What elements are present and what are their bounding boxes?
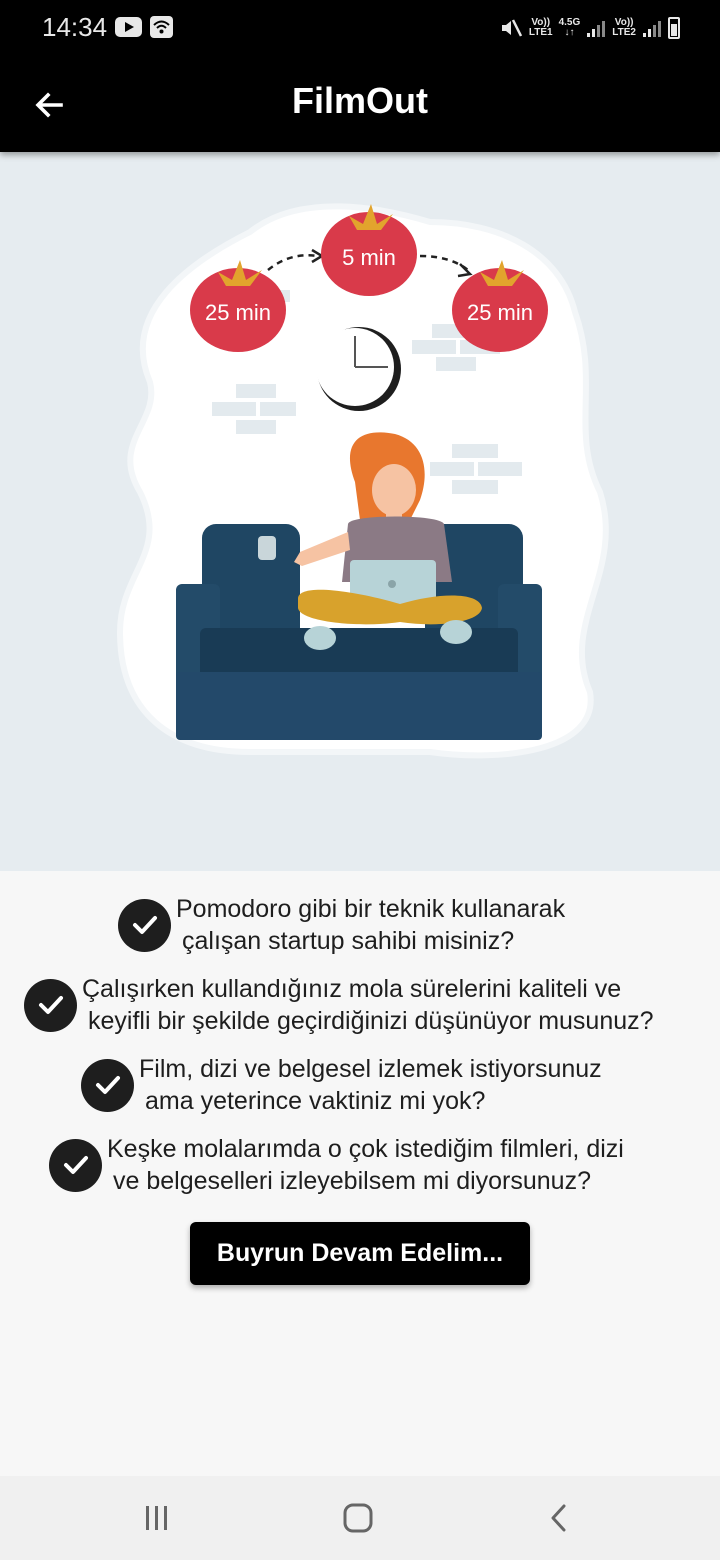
check-circle-icon	[118, 898, 171, 952]
question-text: Çalışırken kullandığınız mola sürelerini…	[82, 973, 654, 1037]
timer-left-label: 25 min	[205, 300, 271, 325]
pomodoro-illustration: 25 min 5 min 25 min	[116, 203, 609, 759]
question-line-1: Pomodoro gibi bir teknik kullanarak	[176, 895, 566, 923]
signal-icon	[587, 21, 606, 37]
home-button[interactable]	[328, 1494, 388, 1542]
network-type: 4.5G ↓↑	[559, 18, 581, 38]
app-title: FilmOut	[292, 80, 428, 121]
sim1-label: Vo)) LTE1	[529, 18, 553, 38]
wifi-icon	[150, 16, 173, 38]
signal-icon	[643, 21, 661, 37]
app-bar: FilmOut	[0, 56, 720, 152]
back-nav-icon	[551, 1504, 566, 1532]
question-item: Keşke molalarımda o çok istediğim filmle…	[49, 1133, 624, 1197]
status-right-group: Vo)) LTE1 4.5G ↓↑ Vo)) LTE2	[499, 12, 680, 44]
content-section: Pomodoro gibi bir teknik kullanarak çalı…	[0, 871, 720, 1476]
home-icon	[343, 1503, 373, 1533]
youtube-icon	[115, 17, 142, 37]
question-line-2: çalışan startup sahibi misiniz?	[182, 927, 515, 955]
mute-icon	[501, 19, 522, 37]
status-bar: 14:34 Vo)) LTE1 4.5G ↓↑ Vo)) LTE2	[0, 0, 720, 56]
status-time: 14:34	[42, 12, 108, 42]
sim1-bottom: LTE1	[528, 27, 553, 38]
question-item: Film, dizi ve belgesel izlemek istiyorsu…	[81, 1053, 602, 1117]
timer-right-label: 25 min	[467, 300, 533, 325]
question-line-1: Çalışırken kullandığınız mola sürelerini…	[82, 975, 622, 1003]
question-text: Keşke molalarımda o çok istediğim filmle…	[107, 1133, 624, 1197]
question-line-2: ve belgeselleri izleyebilsem mi diyorsun…	[113, 1167, 591, 1195]
timer-middle-label: 5 min	[342, 245, 396, 270]
sim2-bottom: LTE2	[612, 27, 636, 38]
recent-apps-button[interactable]	[127, 1494, 187, 1542]
check-circle-icon	[81, 1058, 134, 1112]
back-nav-button[interactable]	[530, 1494, 590, 1542]
question-text: Pomodoro gibi bir teknik kullanarak çalı…	[176, 893, 565, 957]
check-circle-icon	[49, 1138, 102, 1192]
check-circle-icon	[24, 978, 77, 1032]
hero-illustration: 25 min 5 min 25 min	[0, 152, 720, 871]
sim2-label: Vo)) LTE2	[612, 18, 636, 38]
question-line-1: Film, dizi ve belgesel izlemek istiyorsu…	[139, 1055, 602, 1083]
continue-button[interactable]: Buyrun Devam Edelim...	[190, 1222, 530, 1285]
question-line-2: ama yeterince vaktiniz mi yok?	[145, 1087, 486, 1115]
question-item: Pomodoro gibi bir teknik kullanarak çalı…	[118, 893, 565, 957]
data-arrows-icon: ↓↑	[564, 27, 575, 38]
question-text: Film, dizi ve belgesel izlemek istiyorsu…	[139, 1053, 602, 1117]
recent-apps-icon	[146, 1506, 167, 1530]
battery-icon	[668, 17, 680, 39]
question-line-2: keyifli bir şekilde geçirdiğinizi düşünü…	[88, 1007, 654, 1035]
question-item: Çalışırken kullandığınız mola sürelerini…	[24, 973, 654, 1037]
question-line-1: Keşke molalarımda o çok istediğim filmle…	[107, 1135, 624, 1163]
system-nav-bar	[0, 1476, 720, 1560]
